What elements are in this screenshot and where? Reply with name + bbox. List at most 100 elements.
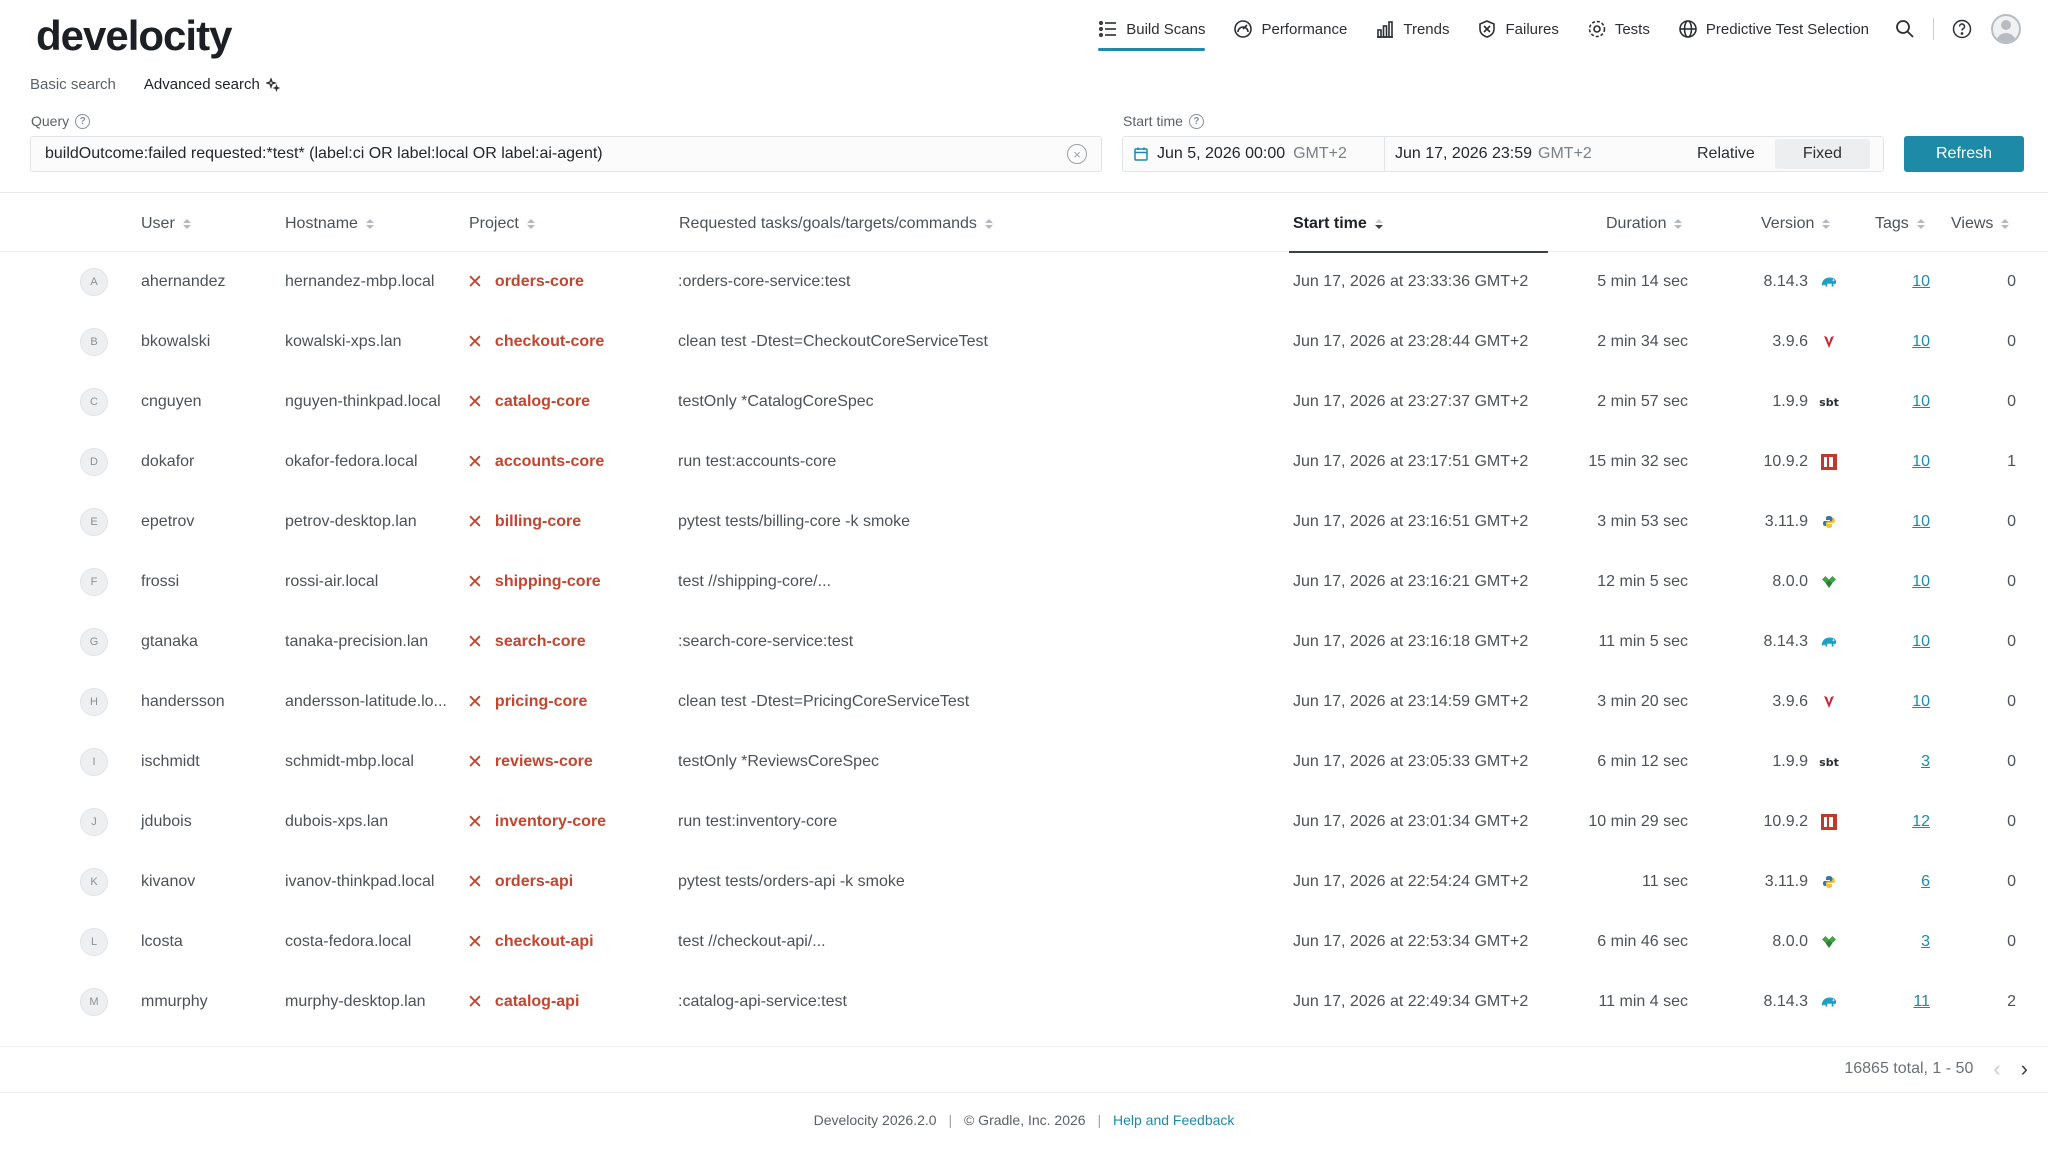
project: ✕ pricing-core (467, 672, 587, 732)
nav-failures[interactable]: Failures (1463, 0, 1572, 58)
table-row[interactable]: G gtanaka tanaka-precision.lan ✕ search-c… (0, 612, 2048, 672)
project-name[interactable]: reviews-core (495, 753, 593, 771)
table-row[interactable]: E epetrov petrov-desktop.lan ✕ billing-co… (0, 492, 2048, 552)
project-name[interactable]: orders-core (495, 273, 584, 291)
start-time-help-icon[interactable]: ? (1188, 113, 1204, 129)
advanced-search-tab[interactable]: Advanced search (144, 76, 280, 93)
start-time-from-field[interactable]: Jun 5, 2026 00:00 GMT+2 (1123, 137, 1385, 171)
project-name[interactable]: pricing-core (495, 693, 587, 711)
query-input[interactable]: buildOutcome:failed requested:*test* (la… (30, 136, 1102, 172)
tags-link[interactable]: 10 (1912, 633, 1930, 651)
advanced-search-label: Advanced search (143, 76, 260, 93)
tags-link[interactable]: 10 (1912, 273, 1930, 291)
table-row[interactable]: C cnguyen nguyen-thinkpad.local ✕ catalog… (0, 372, 2048, 432)
help-button[interactable] (1940, 0, 1984, 58)
tags-link[interactable]: 10 (1912, 333, 1930, 351)
project-name[interactable]: catalog-core (495, 393, 590, 411)
column-version[interactable]: Version (1761, 196, 1831, 252)
tags-link[interactable]: 10 (1912, 693, 1930, 711)
table-row[interactable]: L lcosta costa-fedora.local ✕ checkout-ap… (0, 912, 2048, 972)
user-name: ahernandez (141, 273, 226, 290)
build-tool-version: 8.14.3 (1763, 633, 1808, 650)
build-tool (1818, 912, 1840, 972)
project: ✕ orders-core (467, 252, 584, 312)
column-user[interactable]: User (141, 196, 191, 252)
nav-label: Trends (1403, 20, 1450, 38)
tags-link[interactable]: 10 (1912, 513, 1930, 531)
column-duration[interactable]: Duration (1606, 196, 1683, 252)
table-row[interactable]: I ischmidt schmidt-mbp.local ✕ reviews-co… (0, 732, 2048, 792)
tags-link[interactable]: 3 (1921, 753, 1930, 771)
tags-link[interactable]: 11 (1913, 993, 1930, 1011)
column-requested[interactable]: Requested tasks/goals/targets/commands (679, 196, 993, 252)
views-count: 0 (2007, 333, 2016, 350)
project-name[interactable]: inventory-core (495, 813, 606, 831)
project-name[interactable]: checkout-core (495, 333, 604, 351)
refresh-button[interactable]: Refresh (1904, 136, 2024, 172)
nav-build-scans[interactable]: Build Scans (1084, 0, 1219, 58)
tags: 3 (1890, 732, 1930, 792)
user-name: gtanaka (141, 633, 198, 650)
column-label: User (141, 215, 175, 232)
project: ✕ catalog-api (467, 972, 579, 1032)
project-name[interactable]: checkout-api (495, 933, 594, 951)
basic-search-tab[interactable]: Basic search (30, 76, 116, 93)
tags-link[interactable]: 12 (1912, 813, 1930, 831)
tags-link[interactable]: 10 (1912, 393, 1930, 411)
column-project[interactable]: Project (469, 196, 535, 252)
table-row[interactable]: J jdubois dubois-xps.lan ✕ inventory-core… (0, 792, 2048, 852)
hostname: andersson-latitude.lo... (285, 693, 447, 710)
start-time-to-field[interactable]: Jun 17, 2026 23:59 GMT+2 (1385, 137, 1665, 171)
table-row[interactable]: M mmurphy murphy-desktop.lan ✕ catalog-ap… (0, 972, 2048, 1032)
project-name[interactable]: search-core (495, 633, 586, 651)
table-row[interactable]: K kivanov ivanov-thinkpad.local ✕ orders-… (0, 852, 2048, 912)
user-name: lcosta (141, 933, 183, 950)
tags: 10 (1890, 312, 1930, 372)
user-avatar: C (80, 372, 108, 432)
table-row[interactable]: H handersson andersson-latitude.lo... ✕ p… (0, 672, 2048, 732)
next-page-icon[interactable]: › (2021, 1056, 2028, 1082)
user-avatar: F (80, 552, 108, 612)
project-name[interactable]: accounts-core (495, 453, 604, 471)
project-name[interactable]: billing-core (495, 513, 581, 531)
tags-link[interactable]: 10 (1912, 453, 1930, 471)
table-row[interactable]: A ahernandez hernandez-mbp.local ✕ orders… (0, 252, 2048, 312)
query-help-icon[interactable]: ? (75, 113, 91, 129)
develocity-logo[interactable]: develocity (36, 12, 232, 60)
nav-performance[interactable]: Performance (1219, 0, 1361, 58)
user-menu-button[interactable] (1984, 0, 2028, 58)
search-button[interactable] (1883, 0, 1927, 58)
column-tags[interactable]: Tags (1875, 196, 1925, 252)
nav-predictive-test-selection[interactable]: Predictive Test Selection (1664, 0, 1883, 58)
column-views[interactable]: Views (1951, 196, 2010, 252)
build-tool (1818, 552, 1840, 612)
clear-query-icon[interactable]: × (1067, 144, 1087, 164)
query-text[interactable]: buildOutcome:failed requested:*test* (la… (45, 145, 1067, 163)
nav-trends[interactable]: Trends (1361, 0, 1463, 58)
start-time: Jun 17, 2026 at 23:16:21 GMT+2 (1293, 573, 1529, 590)
start-time: Jun 17, 2026 at 23:28:44 GMT+2 (1293, 333, 1529, 350)
project-name[interactable]: orders-api (495, 873, 573, 891)
failed-icon: ✕ (467, 871, 483, 893)
table-row[interactable]: D dokafor okafor-fedora.local ✕ accounts-… (0, 432, 2048, 492)
fixed-toggle[interactable]: Fixed (1774, 139, 1870, 169)
nav-tests[interactable]: Tests (1573, 0, 1664, 58)
project-name[interactable]: shipping-core (495, 573, 601, 591)
tags-link[interactable]: 10 (1912, 573, 1930, 591)
hostname: nguyen-thinkpad.local (285, 393, 441, 410)
build-tool-version: 1.9.9 (1772, 753, 1808, 770)
tags-link[interactable]: 6 (1921, 873, 1930, 891)
nav-label: Failures (1505, 20, 1559, 38)
help-feedback-link[interactable]: Help and Feedback (1113, 1112, 1234, 1128)
table-row[interactable]: B bkowalski kowalski-xps.lan ✕ checkout-c… (0, 312, 2048, 372)
column-start-time[interactable]: Start time (1289, 196, 1548, 253)
views-count: 0 (2007, 633, 2016, 650)
project-name[interactable]: catalog-api (495, 993, 579, 1011)
bazel-leaf-icon (1820, 933, 1838, 951)
previous-page-icon[interactable]: ‹ (1993, 1056, 2000, 1082)
column-hostname[interactable]: Hostname (285, 196, 374, 252)
table-row[interactable]: F frossi rossi-air.local ✕ shipping-core … (0, 552, 2048, 612)
table-header: User Hostname Project Requested tasks/go… (0, 196, 2048, 253)
tags-link[interactable]: 3 (1921, 933, 1930, 951)
relative-toggle[interactable]: Relative (1683, 139, 1769, 169)
